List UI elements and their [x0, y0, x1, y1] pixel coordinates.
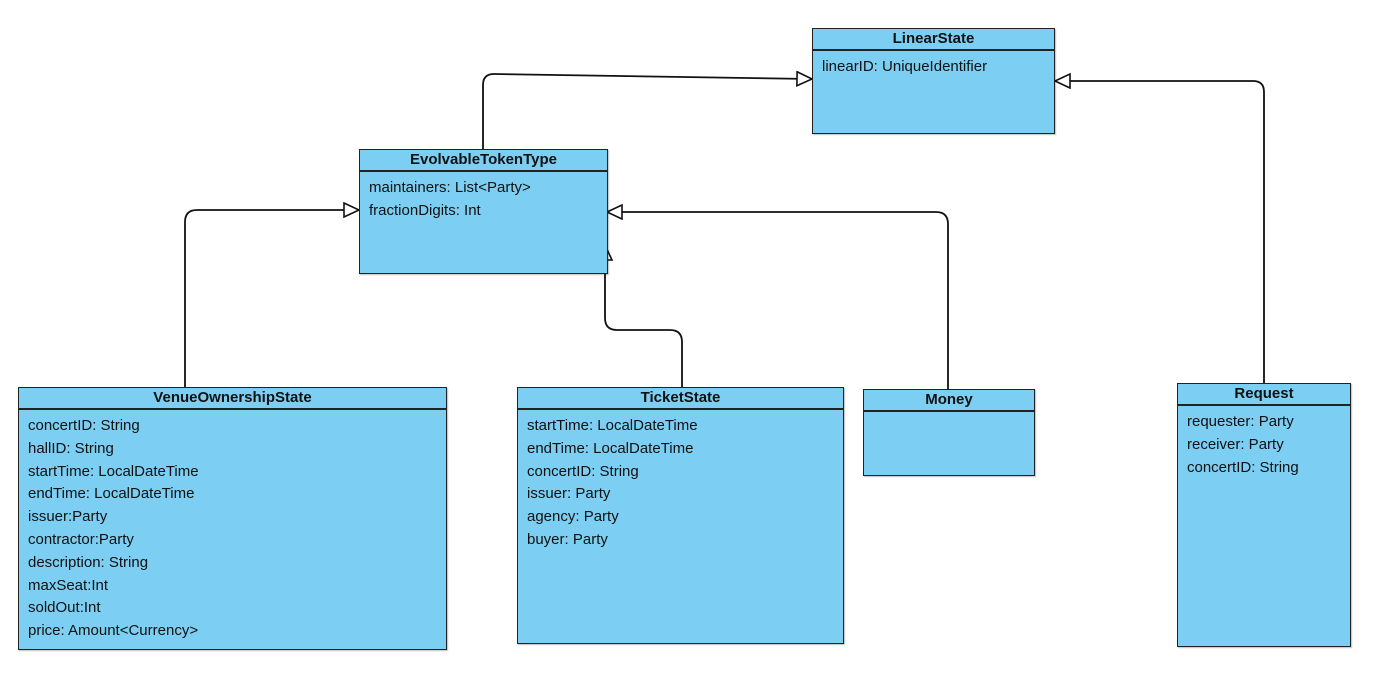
- class-linear-state[interactable]: LinearState linearID: UniqueIdentifier: [812, 28, 1055, 134]
- generalization-request-to-linearstate: [1055, 81, 1265, 383]
- attribute: soldOut:Int: [28, 599, 101, 617]
- attribute: endTime: LocalDateTime: [527, 439, 694, 457]
- attribute: contractor:Party: [28, 530, 134, 548]
- attribute: description: String: [28, 553, 149, 571]
- attribute-list: concertID: String hallID: String startTi…: [19, 410, 446, 648]
- attribute: endTime: LocalDateTime: [28, 485, 195, 503]
- class-title: VenueOwnershipState: [19, 388, 446, 410]
- generalization-venueownershipstate-to-evolvabletokentype: [184, 210, 359, 387]
- attribute: buyer: Party: [527, 530, 608, 548]
- attribute: startTime: LocalDateTime: [527, 417, 698, 434]
- attribute: requester: Party: [1187, 413, 1294, 430]
- attribute: receiver: Party: [1187, 435, 1284, 453]
- class-title: TicketState: [518, 388, 843, 410]
- attribute-list: maintainers: List<Party> fractionDigits:…: [360, 172, 607, 228]
- class-title: Money: [864, 390, 1034, 412]
- attribute: issuer: Party: [527, 485, 611, 503]
- attribute-list: linearID: UniqueIdentifier: [813, 51, 1054, 84]
- generalization-evolvabletokentype-to-linearstate: [482, 74, 812, 149]
- attribute: concertID: String: [527, 462, 639, 480]
- class-request[interactable]: Request requester: Party receiver: Party…: [1177, 383, 1351, 647]
- attribute-list: startTime: LocalDateTime endTime: LocalD…: [518, 410, 843, 557]
- attribute: startTime: LocalDateTime: [28, 462, 199, 480]
- class-title: Request: [1178, 384, 1350, 406]
- class-title: LinearState: [813, 29, 1054, 51]
- attribute: agency: Party: [527, 508, 619, 526]
- attribute: fractionDigits: Int: [369, 201, 481, 219]
- attribute: maxSeat:Int: [28, 576, 109, 594]
- attribute: price: Amount<Currency>: [28, 622, 199, 640]
- attribute: concertID: String: [28, 417, 140, 434]
- generalization-ticketstate-to-evolvabletokentype: [605, 245, 683, 387]
- attribute: linearID: UniqueIdentifier: [822, 58, 988, 75]
- attribute: maintainers: List<Party>: [369, 179, 531, 196]
- attribute: concertID: String: [1187, 458, 1299, 476]
- class-money[interactable]: Money: [863, 389, 1035, 476]
- attribute: hallID: String: [28, 439, 114, 457]
- attribute-list: requester: Party receiver: Party concert…: [1178, 406, 1350, 484]
- attribute-list: [864, 412, 1034, 422]
- class-venue-ownership-state[interactable]: VenueOwnershipState concertID: String ha…: [18, 387, 447, 650]
- class-evolvable-token-type[interactable]: EvolvableTokenType maintainers: List<Par…: [359, 149, 608, 274]
- class-title: EvolvableTokenType: [360, 150, 607, 172]
- class-ticket-state[interactable]: TicketState startTime: LocalDateTime end…: [517, 387, 844, 644]
- attribute: issuer:Party: [28, 508, 108, 526]
- generalization-money-to-evolvabletokentype: [607, 212, 949, 389]
